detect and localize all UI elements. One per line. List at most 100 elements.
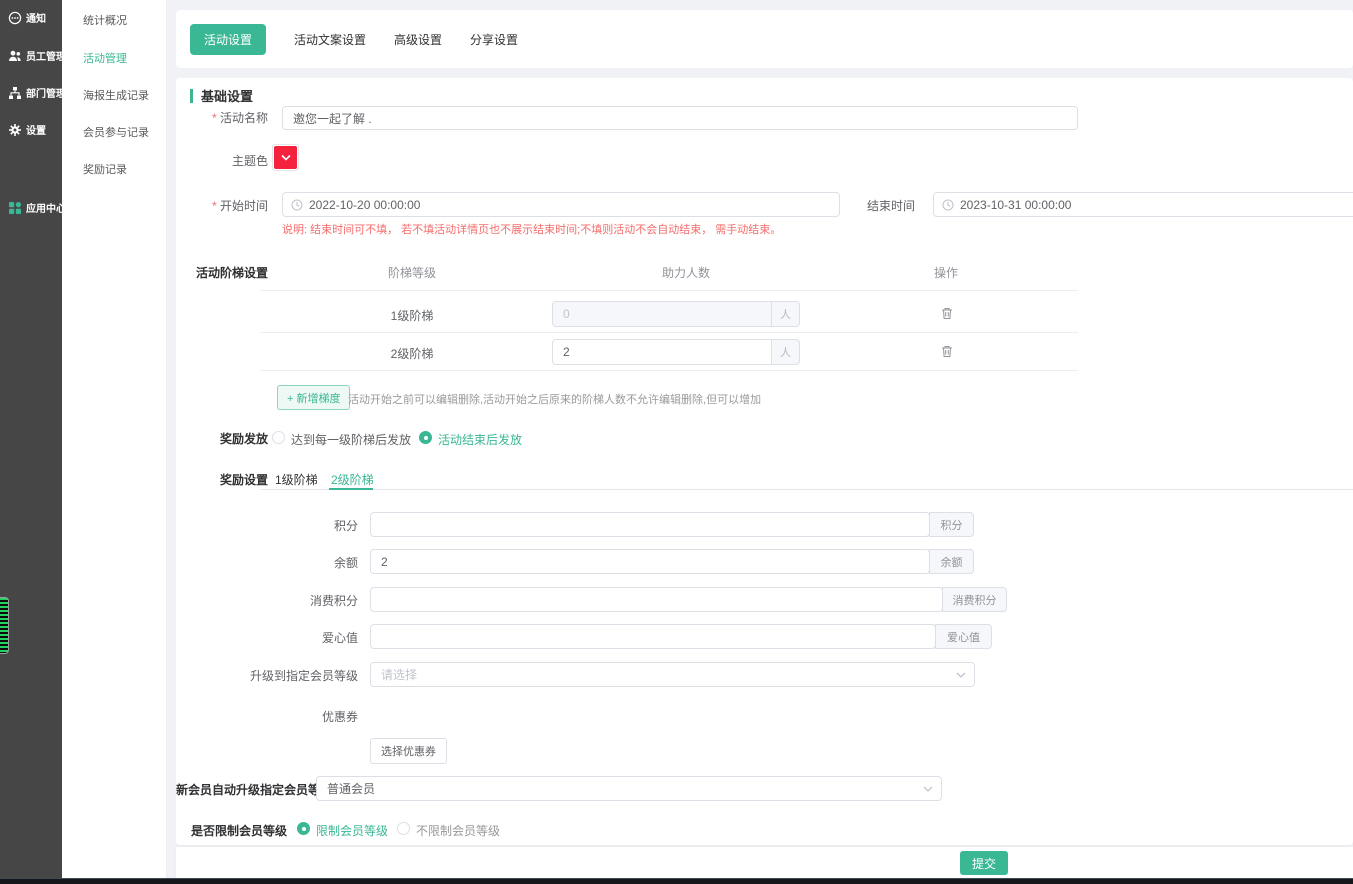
trash-icon bbox=[941, 307, 953, 320]
sidebar-item-label: 员工管理 bbox=[26, 48, 62, 63]
start-time-value: 2022-10-20 00:00:00 bbox=[309, 198, 420, 212]
new-member-level-select[interactable]: 普通会员 bbox=[316, 776, 942, 801]
table-divider bbox=[260, 290, 1078, 291]
employee-icon bbox=[8, 49, 22, 63]
ladder-row-level: 2级阶梯 bbox=[282, 345, 542, 362]
sidebar-item-employees[interactable]: 员工管理 bbox=[8, 48, 62, 63]
chevron-down-icon bbox=[281, 154, 291, 161]
consume-points-input[interactable] bbox=[370, 587, 943, 612]
notification-icon bbox=[8, 11, 22, 25]
points-input[interactable] bbox=[370, 512, 930, 537]
end-time-value: 2023-10-31 00:00:00 bbox=[960, 198, 1071, 212]
delete-row-button[interactable] bbox=[941, 307, 953, 323]
radio-limit-level[interactable] bbox=[297, 822, 310, 835]
sidebar-item-label: 设置 bbox=[26, 122, 46, 137]
new-member-level-label: 新会员自动升级指定会员等级 bbox=[176, 781, 310, 798]
end-time-input[interactable]: 2023-10-31 00:00:00 bbox=[933, 192, 1353, 217]
radio-per-tier-label[interactable]: 达到每一级阶梯后发放 bbox=[291, 431, 411, 448]
tab-copywriting-settings[interactable]: 活动文案设置 bbox=[294, 31, 366, 48]
reward-tab-tier1[interactable]: 1级阶梯 bbox=[275, 471, 318, 488]
time-hint-text: 说明: 结束时间可不填， 若不填活动详情页也不展示结束时间;不填则活动不会自动结… bbox=[282, 221, 781, 237]
activity-name-label: 活动名称 bbox=[176, 109, 268, 126]
reward-tab-tier2[interactable]: 2级阶梯 bbox=[331, 471, 374, 488]
sidebar-item-label: 应用中心 bbox=[26, 200, 62, 215]
add-tier-label: 新增梯度 bbox=[296, 393, 340, 405]
consume-points-suffix: 消费积分 bbox=[942, 587, 1007, 612]
love-value-input[interactable] bbox=[370, 624, 936, 649]
points-suffix: 积分 bbox=[929, 512, 974, 537]
theme-color-picker[interactable] bbox=[272, 144, 299, 171]
radio-limit-level-label[interactable]: 限制会员等级 bbox=[316, 822, 388, 839]
helper-count-input[interactable] bbox=[552, 301, 772, 327]
menu-item-poster-records[interactable]: 海报生成记录 bbox=[83, 87, 149, 103]
menu-item-activity-management[interactable]: 活动管理 bbox=[83, 50, 127, 66]
sidebar-item-label: 部门管理 bbox=[26, 85, 62, 100]
app-sidebar: 通知 员工管理 部门管理 设置 应用中心 bbox=[0, 0, 62, 884]
sidebar-item-notifications[interactable]: 通知 bbox=[8, 10, 46, 25]
tab-share-settings[interactable]: 分享设置 bbox=[470, 31, 518, 48]
radio-after-end-label[interactable]: 活动结束后发放 bbox=[438, 431, 522, 448]
consume-points-label: 消费积分 bbox=[176, 592, 358, 609]
balance-suffix: 余额 bbox=[929, 549, 974, 574]
love-value-label: 爱心值 bbox=[176, 629, 358, 646]
section-accent-bar bbox=[190, 89, 193, 103]
menu-item-statistics[interactable]: 统计概况 bbox=[83, 12, 127, 28]
section-header: 基础设置 bbox=[190, 86, 253, 105]
love-value-suffix: 爱心值 bbox=[935, 624, 992, 649]
menu-item-member-participation[interactable]: 会员参与记录 bbox=[83, 124, 149, 140]
clock-icon bbox=[291, 199, 303, 211]
select-value: 普通会员 bbox=[327, 780, 375, 797]
ladder-row-input-group: 人 bbox=[552, 339, 800, 365]
submit-button[interactable]: 提交 bbox=[960, 851, 1008, 875]
radio-per-tier[interactable] bbox=[272, 431, 285, 444]
ladder-row-input-group: 人 bbox=[552, 301, 800, 327]
upgrade-level-label: 升级到指定会员等级 bbox=[176, 667, 358, 684]
taskbar-edge bbox=[0, 878, 1353, 884]
clock-icon bbox=[942, 199, 954, 211]
theme-color-label: 主题色 bbox=[176, 152, 268, 169]
start-time-input[interactable]: 2022-10-20 00:00:00 bbox=[282, 192, 840, 217]
app-center-icon bbox=[8, 201, 22, 215]
helper-count-input[interactable] bbox=[552, 339, 772, 365]
radio-after-end[interactable] bbox=[419, 431, 432, 444]
ladder-hint-text: 活动开始之前可以编辑删除,活动开始之后原来的阶梯人数不允许编辑删除,但可以增加 bbox=[348, 391, 761, 407]
sidebar-item-settings[interactable]: 设置 bbox=[8, 122, 46, 137]
add-tier-button[interactable]: + 新增梯度 bbox=[277, 385, 350, 410]
section-title: 基础设置 bbox=[201, 86, 253, 105]
end-time-label: 结束时间 bbox=[819, 197, 915, 214]
column-header-level: 阶梯等级 bbox=[282, 264, 542, 281]
column-header-count: 助力人数 bbox=[556, 264, 816, 281]
activity-name-input[interactable] bbox=[282, 106, 1078, 130]
reward-setting-label: 奖励设置 bbox=[176, 471, 268, 488]
points-label: 积分 bbox=[176, 517, 358, 534]
unit-suffix: 人 bbox=[772, 339, 800, 365]
radio-no-limit-level[interactable] bbox=[397, 822, 410, 835]
chevron-down-icon bbox=[956, 671, 966, 678]
menu-item-reward-records[interactable]: 奖励记录 bbox=[83, 161, 127, 177]
theme-color-swatch bbox=[274, 146, 297, 169]
coupon-label: 优惠券 bbox=[176, 708, 358, 725]
unit-suffix: 人 bbox=[772, 301, 800, 327]
select-coupon-button[interactable]: 选择优惠券 bbox=[370, 738, 447, 764]
sidebar-item-label: 通知 bbox=[26, 10, 46, 25]
table-divider bbox=[260, 370, 1078, 371]
sidebar-item-departments[interactable]: 部门管理 bbox=[8, 85, 62, 100]
trash-icon bbox=[941, 345, 953, 358]
secondary-menu: 统计概况 活动管理 海报生成记录 会员参与记录 奖励记录 bbox=[62, 0, 167, 884]
sidebar-item-app-center[interactable]: 应用中心 bbox=[8, 200, 62, 215]
start-time-label: 开始时间 bbox=[176, 197, 268, 214]
department-icon bbox=[8, 86, 22, 100]
delete-row-button[interactable] bbox=[941, 345, 953, 361]
reward-grant-label: 奖励发放 bbox=[176, 430, 268, 447]
radio-no-limit-level-label[interactable]: 不限制会员等级 bbox=[416, 822, 500, 839]
tab-activity-settings[interactable]: 活动设置 bbox=[190, 24, 266, 55]
ladder-row-level: 1级阶梯 bbox=[282, 307, 542, 324]
balance-input[interactable] bbox=[370, 549, 930, 574]
balance-label: 余额 bbox=[176, 554, 358, 571]
upgrade-level-select[interactable]: 请选择 bbox=[370, 662, 975, 687]
active-tab-underline bbox=[329, 488, 373, 490]
table-divider bbox=[260, 332, 1078, 333]
tab-advanced-settings[interactable]: 高级设置 bbox=[394, 31, 442, 48]
gear-icon bbox=[8, 123, 22, 137]
settings-tab-bar: 活动设置 活动文案设置 高级设置 分享设置 bbox=[176, 10, 1353, 68]
